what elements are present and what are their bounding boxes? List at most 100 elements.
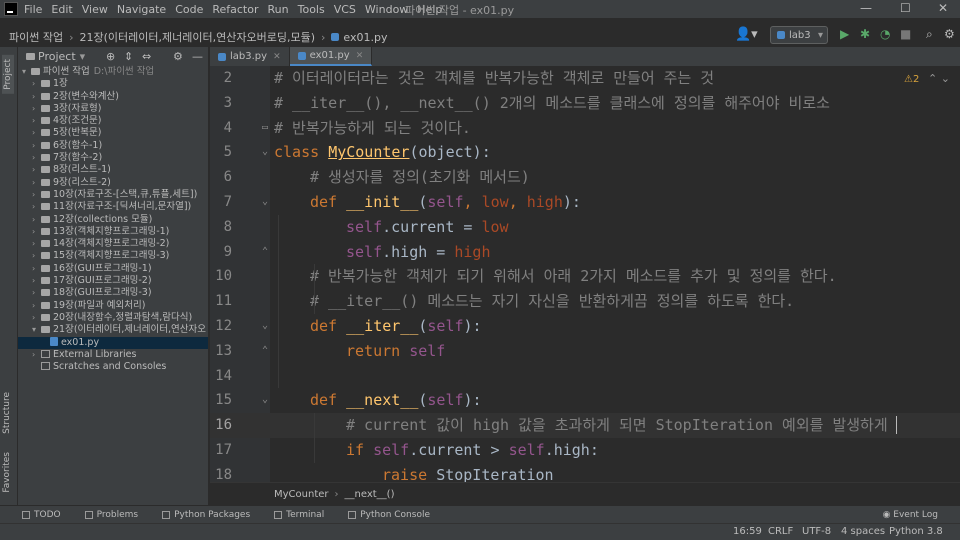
collapsed-arrow-icon[interactable]: ›	[32, 103, 41, 115]
tree-folder[interactable]: › 4장(조건문)	[18, 115, 208, 127]
collapsed-arrow-icon[interactable]: ›	[32, 238, 41, 250]
indent-setting[interactable]: 4 spaces	[841, 526, 885, 537]
tree-folder[interactable]: › 7장(함수-2)	[18, 152, 208, 164]
user-icon[interactable]: 👤▾	[735, 27, 758, 42]
coverage-icon[interactable]: ◔	[880, 27, 890, 41]
code-line[interactable]: 6 # 생성자를 정의(초기화 메서드)	[210, 165, 960, 190]
locate-icon[interactable]: ⊕	[106, 50, 115, 63]
structure-tool-button[interactable]: Structure	[2, 392, 12, 434]
tree-folder[interactable]: › 13장(객체지향프로그래밍-1)	[18, 226, 208, 238]
tree-folder[interactable]: › 19장(파일과 예외처리)	[18, 300, 208, 312]
code-text[interactable]: self.high = high	[346, 240, 491, 265]
code-text[interactable]: # 생성자를 정의(초기화 메서드)	[310, 165, 530, 190]
menu-edit[interactable]: Edit	[51, 3, 72, 16]
menu-view[interactable]: View	[82, 3, 108, 16]
code-text[interactable]: def __iter__(self):	[310, 314, 482, 339]
code-text[interactable]: # current 값이 high 값을 초과하게 되면 StopIterati…	[346, 413, 888, 438]
file-encoding[interactable]: UTF-8	[802, 526, 831, 537]
tree-folder[interactable]: › 15장(객체지향프로그래밍-3)	[18, 250, 208, 262]
menu-run[interactable]: Run	[268, 3, 289, 16]
collapsed-arrow-icon[interactable]: ›	[32, 300, 41, 312]
expanded-arrow-icon[interactable]: ▾	[32, 324, 41, 336]
breadcrumb-project[interactable]: 파이썬 작업	[9, 29, 63, 45]
code-text[interactable]: # 반복가능한 객체가 되기 위해서 아래 2가지 메소드를 추가 및 정의를 …	[310, 264, 837, 289]
tree-folder[interactable]: › 11장(자료구조-[딕셔너리,문자열])	[18, 201, 208, 213]
fold-marker-icon[interactable]: ⌄	[262, 140, 272, 165]
menu-window[interactable]: Window	[365, 3, 408, 16]
fold-marker-icon[interactable]: ▭	[262, 116, 272, 141]
tree-folder[interactable]: › 3장(자료형)	[18, 103, 208, 115]
code-text[interactable]: # 이터레이터라는 것은 객체를 반복가능한 객체로 만들어 주는 것	[274, 66, 714, 91]
collapsed-arrow-icon[interactable]: ›	[32, 177, 41, 189]
tree-folder[interactable]: › 20장(내장함수,정렬과탐색,람다식)	[18, 312, 208, 324]
tree-folder[interactable]: › 14장(객체지향프로그래밍-2)	[18, 238, 208, 250]
collapsed-arrow-icon[interactable]: ›	[32, 91, 41, 103]
terminal-tool-button[interactable]: Terminal	[274, 510, 324, 520]
favorites-tool-button[interactable]: Favorites	[2, 452, 12, 493]
code-line[interactable]: 18 raise StopIteration	[210, 463, 960, 482]
tree-folder[interactable]: › 9장(리스트-2)	[18, 177, 208, 189]
event-log-button[interactable]: ◉ Event Log	[883, 510, 938, 520]
search-icon[interactable]: ⌕	[926, 27, 933, 42]
code-text[interactable]: def __next__(self):	[310, 388, 482, 413]
code-line[interactable]: 8 self.current = low	[210, 215, 960, 240]
breadcrumb-class[interactable]: MyCounter	[274, 489, 329, 500]
project-tool-button[interactable]: Project	[2, 55, 14, 94]
tree-external-libraries[interactable]: › External Libraries	[18, 349, 208, 361]
breadcrumb-folder[interactable]: 21장(이터레이터,제너레이터,연산자오버로딩,모듈)	[80, 29, 315, 45]
tree-folder[interactable]: ▾ 21장(이터레이터,제너레이터,연산자오	[18, 324, 208, 336]
collapsed-arrow-icon[interactable]: ›	[32, 115, 41, 127]
code-text[interactable]: # __iter__(), __next__() 2개의 메소드를 클래스에 정…	[274, 91, 830, 116]
tree-folder[interactable]: › 5장(반복문)	[18, 127, 208, 139]
code-line[interactable]: 2 # 이터레이터라는 것은 객체를 반복가능한 객체로 만들어 주는 것	[210, 66, 960, 91]
code-line[interactable]: 10 # 반복가능한 객체가 되기 위해서 아래 2가지 메소드를 추가 및 정의…	[210, 264, 960, 289]
code-text[interactable]: if self.current > self.high:	[346, 438, 599, 463]
code-line[interactable]: 12 ⌄ def __iter__(self):	[210, 314, 960, 339]
maximize-icon[interactable]: ☐	[900, 1, 911, 15]
menu-navigate[interactable]: Navigate	[117, 3, 166, 16]
collapsed-arrow-icon[interactable]: ›	[32, 226, 41, 238]
tree-file-ex01[interactable]: ex01.py	[18, 336, 208, 349]
debug-icon[interactable]: ✱	[860, 27, 870, 41]
code-text[interactable]: def __init__(self, low, high):	[310, 190, 581, 215]
fold-marker-icon[interactable]: ⌃	[262, 339, 272, 364]
close-icon[interactable]: ✕	[938, 1, 948, 15]
collapsed-arrow-icon[interactable]: ›	[32, 140, 41, 152]
collapsed-arrow-icon[interactable]: ›	[32, 152, 41, 164]
collapsed-arrow-icon[interactable]: ›	[32, 189, 41, 201]
fold-marker-icon[interactable]: ⌄	[262, 388, 272, 413]
settings-icon[interactable]: ⚙	[944, 27, 955, 41]
code-text[interactable]: return self	[346, 339, 445, 364]
python-packages-tool-button[interactable]: Python Packages	[162, 510, 250, 520]
collapsed-arrow-icon[interactable]: ›	[32, 250, 41, 262]
code-line[interactable]: 5 ⌄ class MyCounter(object):	[210, 140, 960, 165]
code-line[interactable]: 16 # current 값이 high 값을 초과하게 되면 StopItera…	[210, 413, 960, 438]
breadcrumb-file[interactable]: ex01.py	[331, 31, 387, 44]
project-view-select[interactable]: Project	[38, 50, 76, 63]
collapsed-arrow-icon[interactable]: ›	[32, 287, 41, 299]
collapse-all-icon[interactable]: ⇕	[124, 50, 133, 63]
close-tab-icon[interactable]: ✕	[273, 52, 281, 62]
menu-code[interactable]: Code	[175, 3, 203, 16]
fold-marker-icon[interactable]: ⌄	[262, 190, 272, 215]
python-console-tool-button[interactable]: Python Console	[348, 510, 430, 520]
close-tab-icon[interactable]: ✕	[356, 51, 364, 61]
caret-position[interactable]: 16:59	[733, 526, 762, 537]
tab-lab3[interactable]: lab3.py ✕	[210, 47, 290, 66]
hide-icon[interactable]: —	[192, 50, 203, 63]
todo-tool-button[interactable]: TODO	[22, 510, 61, 520]
collapsed-arrow-icon[interactable]: ›	[32, 312, 41, 324]
breadcrumb-method[interactable]: __next__()	[345, 489, 395, 500]
stop-icon[interactable]: ■	[900, 27, 911, 41]
fold-marker-icon[interactable]: ⌄	[262, 314, 272, 339]
collapsed-arrow-icon[interactable]: ›	[32, 349, 41, 361]
collapsed-arrow-icon[interactable]: ›	[32, 127, 41, 139]
tree-folder[interactable]: › 10장(자료구조-[스택,큐,튜플,세트])	[18, 189, 208, 201]
chevron-down-icon[interactable]: ▾	[80, 50, 86, 63]
menu-file[interactable]: File	[24, 3, 42, 16]
tree-folder[interactable]: › 2장(변수와계산)	[18, 91, 208, 103]
tree-folder[interactable]: › 12장(collections 모듈)	[18, 214, 208, 226]
collapsed-arrow-icon[interactable]: ›	[32, 263, 41, 275]
minimize-icon[interactable]: —	[860, 1, 872, 15]
tree-folder[interactable]: › 6장(함수-1)	[18, 140, 208, 152]
